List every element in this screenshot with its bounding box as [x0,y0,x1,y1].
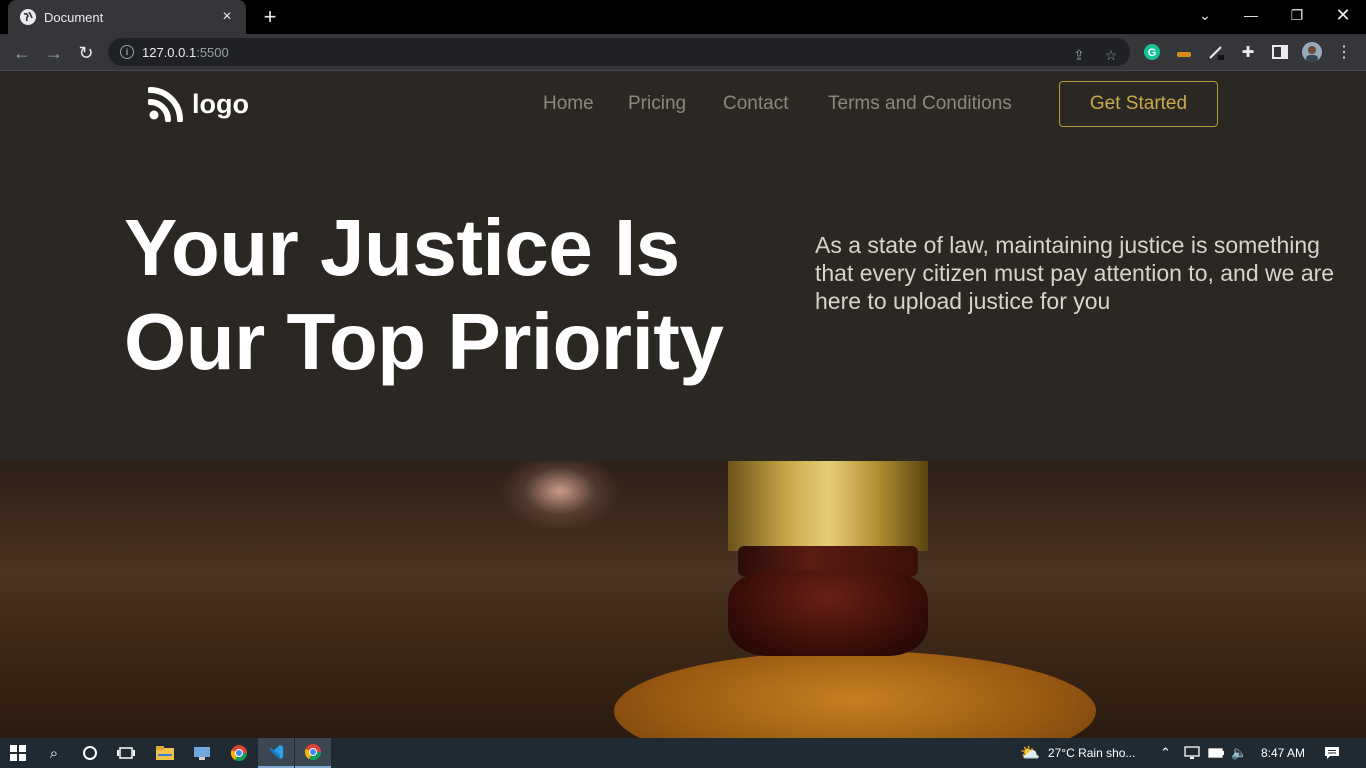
web-page: logo Home Pricing Contact Terms and Cond… [0,71,1366,738]
menu-kebab-icon[interactable]: ⋮ [1334,42,1354,62]
nav-contact[interactable]: Contact [723,93,788,115]
svg-text:G: G [1148,47,1157,59]
battery-icon[interactable] [1208,738,1224,768]
pen-extension-icon[interactable] [1206,42,1226,62]
site-logo[interactable]: logo [148,86,249,122]
reload-icon[interactable]: ↻ [73,40,99,66]
volume-icon[interactable]: 🔈 [1231,738,1247,768]
chrome-active-icon[interactable] [295,738,331,768]
tab-title: Document [44,9,104,25]
chrome-icon[interactable] [221,738,257,768]
share-icon[interactable]: ⇪ [1070,46,1088,64]
control-panel-icon[interactable] [184,738,220,768]
network-icon[interactable] [1184,738,1200,768]
close-window-icon[interactable]: ✕ [1320,0,1366,30]
extension-icon[interactable] [1174,42,1194,62]
side-panel-icon[interactable] [1270,42,1290,62]
get-started-button[interactable]: Get Started [1059,81,1218,127]
windows-start-icon[interactable] [0,738,36,768]
weather-text: 27°C Rain sho... [1047,746,1136,760]
gavel-head [728,571,928,656]
bookmark-star-icon[interactable]: ☆ [1102,46,1120,64]
cortana-icon[interactable] [72,738,108,768]
new-tab-button[interactable]: + [258,4,282,30]
vscode-icon[interactable] [258,738,294,768]
windows-taskbar: ⌕ ⛅ 27°C Rain sho... ⌃ 🔈 8:47 AM [0,738,1366,768]
tray-chevron-icon[interactable]: ⌃ [1160,738,1171,768]
close-tab-icon[interactable]: × [218,8,236,26]
url-port: :5500 [196,44,229,60]
browser-tab-strip: Document × + ⌄ — ❐ ✕ [0,0,1366,34]
rss-logo-icon [148,87,183,122]
globe-icon [20,9,36,25]
file-explorer-icon[interactable] [147,738,183,768]
forward-icon[interactable]: → [41,40,67,66]
gavel-gold-band [728,461,928,551]
gavel-hero-image [0,461,1366,738]
search-icon[interactable]: ⌕ [36,738,72,768]
weather-widget[interactable]: ⛅ 27°C Rain sho... [1020,738,1135,768]
tab-search-icon[interactable]: ⌄ [1182,0,1228,30]
hero-description: As a state of law, maintaining justice i… [815,232,1335,314]
nav-terms[interactable]: Terms and Conditions [828,93,1012,115]
back-icon[interactable]: ← [9,40,35,66]
task-view-icon[interactable] [108,738,144,768]
restore-icon[interactable]: ❐ [1274,0,1320,30]
browser-toolbar: ← → ↻ i 127.0.0.1:5500 ⇪ ☆ G ✚ ⋮ [0,34,1366,71]
clock[interactable]: 8:47 AM [1261,738,1305,768]
extensions-puzzle-icon[interactable]: ✚ [1238,42,1258,62]
browser-tab[interactable]: Document × [8,0,246,34]
profile-avatar-icon[interactable] [1302,42,1322,62]
url-text: 127.0.0.1:5500 [142,45,229,60]
site-info-icon[interactable]: i [120,45,134,59]
hero-title-line-1: Your Justice Is [124,203,680,292]
hero-title: Your Justice Is Our Top Priority [124,201,804,389]
nav-pricing[interactable]: Pricing [628,93,686,115]
nav-home[interactable]: Home [543,93,594,115]
minimize-icon[interactable]: — [1228,0,1274,30]
hero-title-line-2: Our Top Priority [124,297,724,386]
notifications-icon[interactable] [1324,738,1340,768]
grammarly-icon[interactable]: G [1142,42,1162,62]
weather-cloud-icon: ⛅ [1020,745,1040,762]
logo-text: logo [192,88,249,119]
sound-block [614,651,1096,738]
address-bar[interactable]: i 127.0.0.1:5500 ⇪ ☆ [108,38,1130,66]
url-host: 127.0.0.1 [142,44,197,60]
